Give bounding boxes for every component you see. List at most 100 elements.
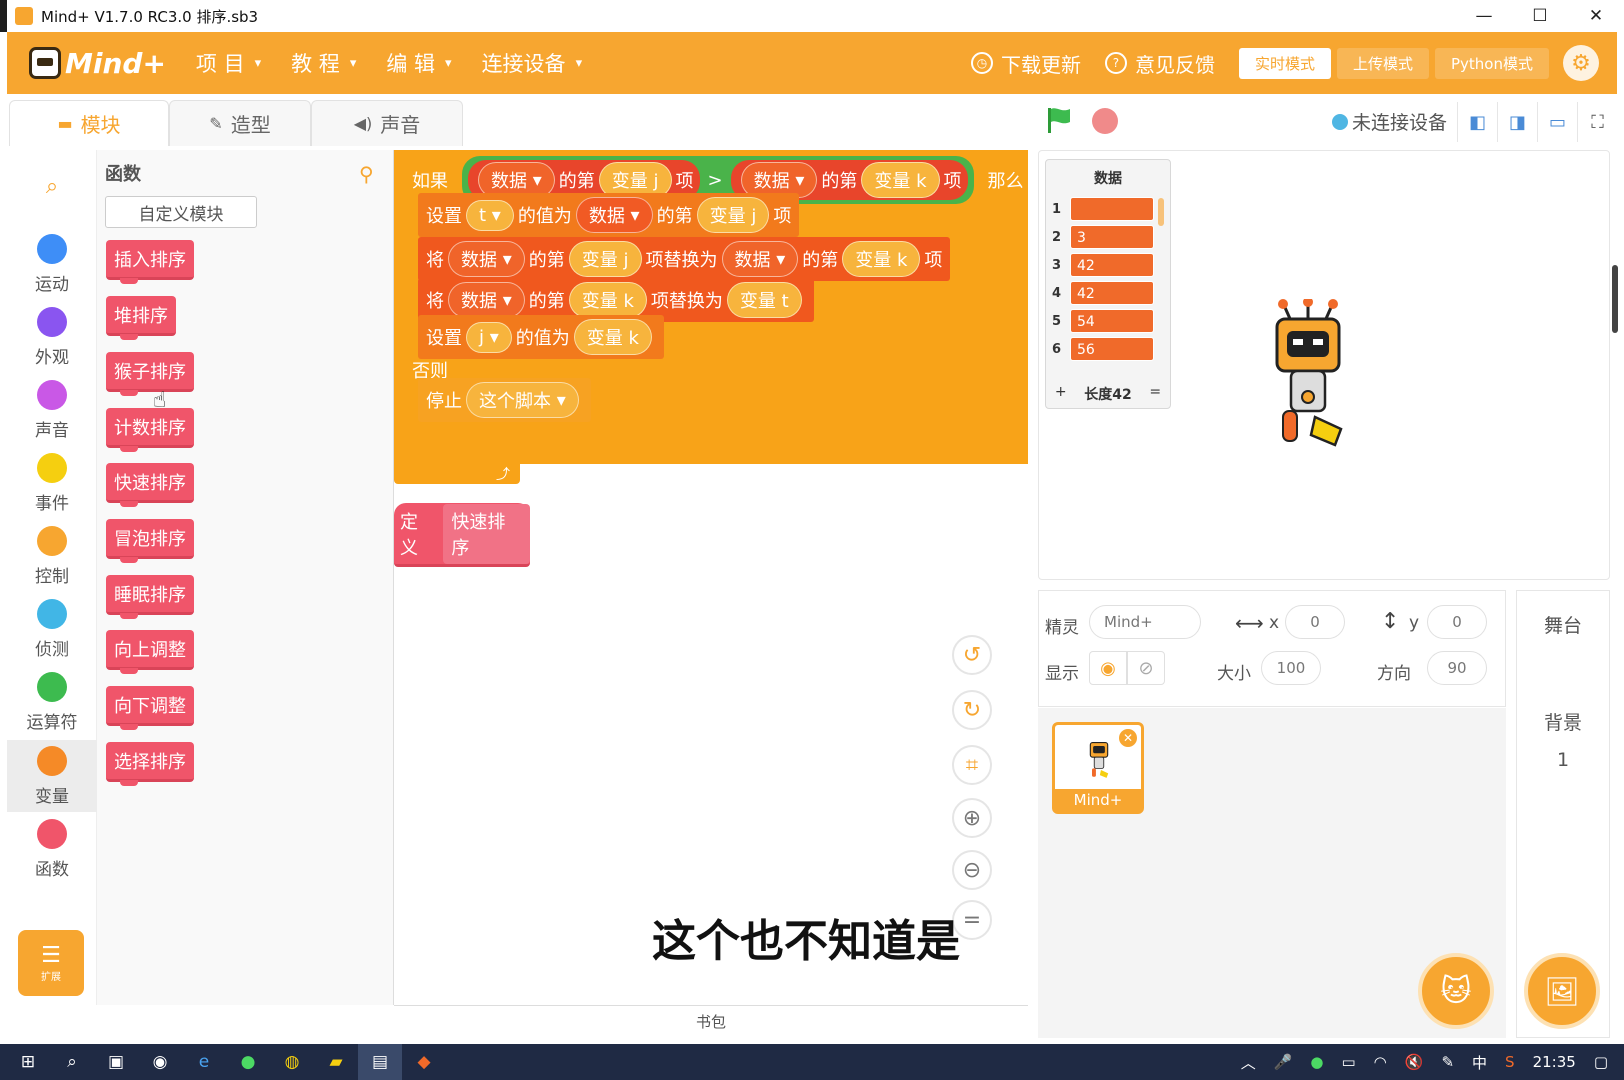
function-block[interactable]: 睡眠排序 xyxy=(106,575,194,619)
category-sensing[interactable]: 侦测 xyxy=(7,593,97,665)
mindplus-robot-sprite[interactable] xyxy=(1263,299,1353,449)
category-dot-icon xyxy=(37,526,67,556)
app-drop-icon[interactable]: ◆ xyxy=(402,1044,446,1080)
sogou-icon[interactable]: S xyxy=(1505,1053,1515,1071)
fullscreen-icon[interactable]: ⛶ xyxy=(1577,102,1617,142)
function-block[interactable]: 计数排序 xyxy=(106,408,194,452)
feedback-link[interactable]: ? 意见反馈 xyxy=(1104,49,1215,78)
tab-blocks[interactable]: ▬ 模块 xyxy=(9,100,169,146)
define-block[interactable]: 定义 快速排序 xyxy=(394,503,530,567)
battery-icon[interactable]: ▭ xyxy=(1341,1053,1355,1071)
tray-app-icon[interactable]: ● xyxy=(1310,1053,1323,1071)
show-eye-icon[interactable]: ◉ xyxy=(1089,651,1127,685)
category-control[interactable]: 控制 xyxy=(7,520,97,592)
category-looks[interactable]: 外观 xyxy=(7,301,97,373)
stage-title: 舞台 xyxy=(1543,615,1582,637)
stage[interactable]: 数据 1 23 3 42 4 42 5 54 6 56 + 长度42 = xyxy=(1038,150,1610,580)
zoom-out-icon[interactable]: ⊖ xyxy=(952,850,992,890)
taskbar-search-icon[interactable]: ⌕ xyxy=(50,1044,94,1080)
function-block[interactable]: 插入排序 xyxy=(106,240,194,284)
hide-eye-icon[interactable]: ⊘ xyxy=(1127,651,1165,685)
delete-sprite-icon[interactable]: ✕ xyxy=(1119,729,1137,747)
redo-icon[interactable]: ↻ xyxy=(952,690,992,730)
settings-gear-icon[interactable]: ⚙ xyxy=(1563,45,1599,81)
script-area[interactable]: ⤴ 如果 数据 ▾ 的第 变量 j 项 > 数据 ▾ 的第 变量 k 项 那么 … xyxy=(394,150,1028,1005)
wifi-icon[interactable]: ◠ xyxy=(1374,1053,1387,1071)
menu-edit[interactable]: 编 辑 ▾ xyxy=(386,48,451,78)
y-position-field[interactable]: 0 xyxy=(1427,605,1487,639)
crop-icon[interactable]: ⌗ xyxy=(952,745,992,785)
function-block[interactable]: 向上调整 xyxy=(106,630,194,674)
list-resize-handle[interactable]: = xyxy=(1149,384,1161,404)
list-scrollbar[interactable] xyxy=(1158,198,1164,226)
ime-indicator[interactable]: 中 xyxy=(1472,1052,1487,1073)
close-button[interactable]: ✕ xyxy=(1568,0,1624,32)
tray-expand-icon[interactable]: ︿ xyxy=(1241,1052,1256,1073)
backpack-bar[interactable]: 书包 xyxy=(394,1005,1028,1037)
volume-mute-icon[interactable]: 🔇 xyxy=(1405,1053,1424,1071)
pen-icon[interactable]: ✎ xyxy=(1441,1053,1454,1071)
category-dot-icon xyxy=(37,746,67,776)
category-events[interactable]: 事件 xyxy=(7,447,97,519)
set-variable-block[interactable]: 设置 t ▾ 的值为 数据 ▾ 的第 变量 j 项 xyxy=(418,193,800,237)
function-block[interactable]: 向下调整 xyxy=(106,686,194,730)
sprite-name-field[interactable]: Mind+ xyxy=(1089,605,1201,639)
custom-block-button[interactable]: 自定义模块 xyxy=(105,196,257,228)
category-functions[interactable]: 函数 xyxy=(7,813,97,885)
chrome-icon[interactable]: ◍ xyxy=(270,1044,314,1080)
wechat-icon[interactable]: ● xyxy=(226,1044,270,1080)
y-label: y xyxy=(1409,613,1420,633)
notification-icon[interactable]: ▢ xyxy=(1594,1053,1608,1071)
tab-sounds[interactable]: ◀) 声音 xyxy=(311,100,463,146)
sprite-tile[interactable]: ✕ Mind+ xyxy=(1052,722,1144,814)
replace-item-block[interactable]: 将 数据 ▾ 的第 变量 j 项替换为 数据 ▾ 的第 变量 k 项 xyxy=(418,237,951,281)
menu-project[interactable]: 项 目 ▾ xyxy=(196,48,261,78)
function-block[interactable]: 冒泡排序 xyxy=(106,519,194,563)
add-backdrop-icon[interactable]: 🖼 xyxy=(1524,953,1600,1029)
category-variables[interactable]: 变量 xyxy=(7,740,97,812)
file-explorer-icon[interactable]: ▰ xyxy=(314,1044,358,1080)
stop-block[interactable]: 停止 这个脚本 ▾ xyxy=(418,378,591,422)
add-sprite-icon[interactable]: 🐱 xyxy=(1418,953,1494,1029)
function-block[interactable]: 快速排序 xyxy=(106,463,194,507)
stop-button-icon[interactable] xyxy=(1092,108,1118,134)
set-variable-block[interactable]: 设置 j ▾ 的值为 变量 k xyxy=(418,315,664,359)
app-s-icon[interactable]: ◉ xyxy=(138,1044,182,1080)
menu-connect-device[interactable]: 连接设备 ▾ xyxy=(482,48,583,78)
function-block[interactable]: 堆排序 xyxy=(106,296,176,340)
direction-field[interactable]: 90 xyxy=(1427,651,1487,685)
category-sound[interactable]: 声音 xyxy=(7,374,97,446)
function-block[interactable]: 猴子排序 xyxy=(106,352,194,396)
window-scrollbar[interactable] xyxy=(1612,265,1618,333)
green-flag-icon[interactable] xyxy=(1045,106,1073,134)
windows-start-icon[interactable]: ⊞ xyxy=(6,1044,50,1080)
maximize-button[interactable]: ☐ xyxy=(1512,0,1568,32)
minimize-button[interactable]: — xyxy=(1456,0,1512,32)
category-operators[interactable]: 运算符 xyxy=(7,666,97,738)
microphone-icon[interactable]: 🎤 xyxy=(1274,1053,1293,1071)
size-field[interactable]: 100 xyxy=(1261,651,1321,685)
pin-icon[interactable]: ⚲ xyxy=(359,162,374,186)
extension-button[interactable]: ☰ 扩展 xyxy=(18,930,84,996)
list-add-button[interactable]: + xyxy=(1055,384,1067,404)
small-stage-icon[interactable]: ◧ xyxy=(1457,102,1497,142)
tab-costumes[interactable]: ✎ 造型 xyxy=(169,100,311,146)
menu-tutorial[interactable]: 教 程 ▾ xyxy=(291,48,356,78)
upload-mode-button[interactable]: 上传模式 xyxy=(1336,47,1429,79)
category-motion[interactable]: 运动 xyxy=(7,228,97,300)
clock[interactable]: 21:35 xyxy=(1533,1053,1576,1071)
stage-only-icon[interactable]: ▭ xyxy=(1537,102,1577,142)
download-update-link[interactable]: ◷ 下载更新 xyxy=(970,49,1081,78)
large-stage-icon[interactable]: ◨ xyxy=(1497,102,1537,142)
realtime-mode-button[interactable]: 实时模式 xyxy=(1238,47,1331,79)
undo-icon[interactable]: ↺ xyxy=(952,635,992,675)
python-mode-button[interactable]: Python模式 xyxy=(1435,47,1549,79)
search-icon[interactable]: ⌕ xyxy=(7,174,97,199)
x-position-field[interactable]: 0 xyxy=(1285,605,1345,639)
edge-browser-icon[interactable]: e xyxy=(182,1044,226,1080)
function-block[interactable]: 选择排序 xyxy=(106,742,194,786)
zoom-in-icon[interactable]: ⊕ xyxy=(952,798,992,838)
task-view-icon[interactable]: ▣ xyxy=(94,1044,138,1080)
list-row: 4 42 xyxy=(1052,280,1154,306)
mindplus-taskbar-icon[interactable]: ▤ xyxy=(358,1044,402,1080)
